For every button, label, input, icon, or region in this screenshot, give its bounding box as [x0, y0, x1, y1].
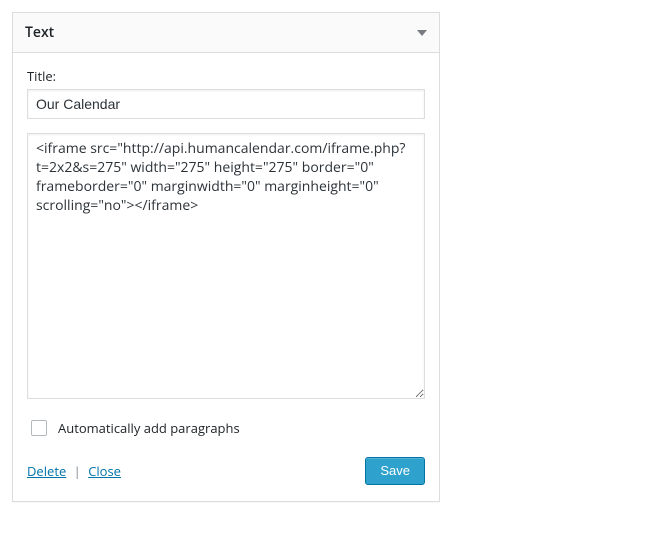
title-label: Title: [27, 67, 425, 85]
auto-paragraph-label: Automatically add paragraphs [58, 419, 240, 437]
delete-link[interactable]: Delete [27, 462, 66, 480]
chevron-down-icon [417, 30, 427, 36]
actions-row: Delete | Close Save [27, 457, 425, 485]
widget-body: Title: Automatically add paragraphs Dele… [13, 53, 439, 501]
title-input[interactable] [27, 89, 425, 119]
save-button[interactable]: Save [365, 457, 425, 485]
widget-header[interactable]: Text [13, 13, 439, 53]
auto-paragraph-row[interactable]: Automatically add paragraphs [27, 417, 425, 439]
close-link[interactable]: Close [88, 462, 121, 480]
widget-title: Text [25, 23, 54, 42]
auto-paragraph-checkbox[interactable] [31, 420, 47, 436]
separator: | [74, 462, 81, 480]
link-actions: Delete | Close [27, 462, 121, 480]
content-textarea[interactable] [27, 133, 425, 399]
text-widget: Text Title: Automatically add paragraphs… [12, 12, 440, 502]
